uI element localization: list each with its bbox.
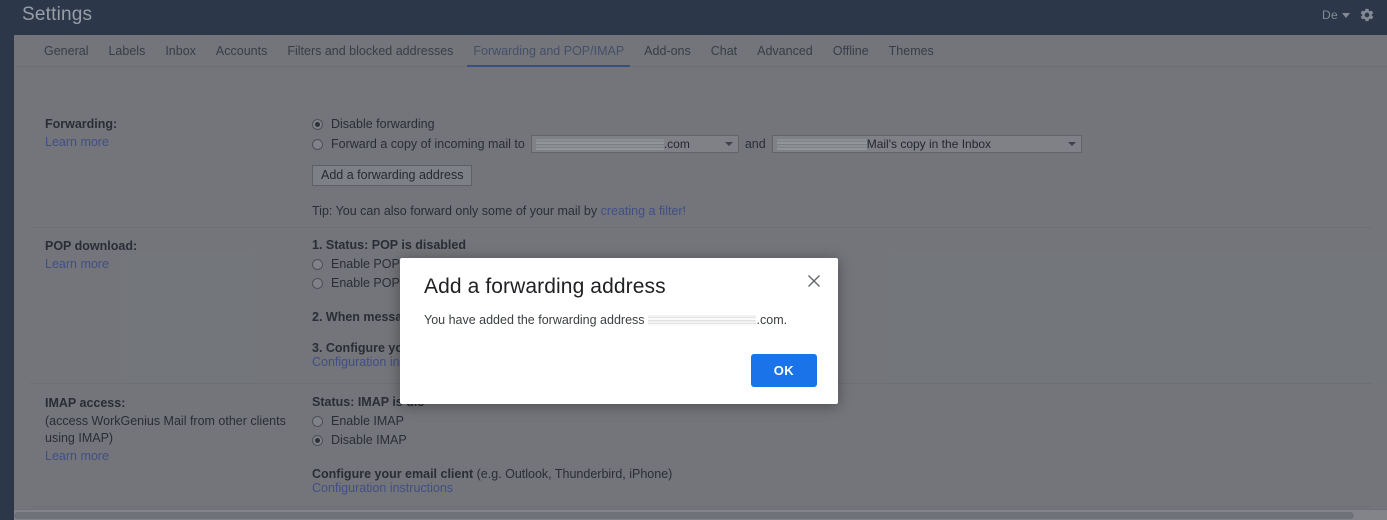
pop-status: 1. Status: POP is disabled (312, 238, 466, 252)
forwarding-label: Forwarding: (45, 117, 118, 131)
radio-disable-forwarding[interactable] (312, 118, 323, 130)
tab-general[interactable]: General (34, 35, 98, 67)
disable-imap-label: Disable IMAP (331, 433, 407, 447)
dialog-title: Add a forwarding address (424, 275, 666, 298)
tab-add-ons[interactable]: Add-ons (634, 35, 701, 67)
tab-offline[interactable]: Offline (823, 35, 879, 67)
creating-a-filter-link[interactable]: creating a filter! (601, 204, 686, 218)
chevron-down-icon[interactable] (1067, 142, 1076, 146)
enable-imap-label: Enable IMAP (331, 414, 404, 428)
dialog-message-suffix: .com. (756, 313, 788, 327)
dialog-message: You have added the forwarding address .c… (424, 313, 787, 327)
forward-copy-label: Forward a copy of incoming mail to (331, 137, 525, 151)
dialog-message-prefix: You have added the forwarding address (424, 313, 645, 327)
imap-options: Status: IMAP is dis Enable IMAP Disable … (312, 395, 672, 495)
tab-labels[interactable]: Labels (98, 35, 155, 67)
redacted-email-address (535, 138, 664, 150)
header-actions: De (1322, 7, 1375, 23)
disable-forwarding-label: Disable forwarding (331, 117, 435, 131)
forwarding-action-suffix: Mail's copy in the Inbox (866, 137, 992, 151)
disable-imap-option[interactable]: Disable IMAP (312, 431, 672, 449)
settings-tabs: General Labels Inbox Accounts Filters an… (14, 35, 1387, 67)
ok-button[interactable]: OK (750, 354, 817, 387)
forwarding-section-label: Forwarding: Learn more (45, 116, 300, 151)
tab-advanced[interactable]: Advanced (747, 35, 823, 67)
add-forwarding-address-dialog: Add a forwarding address You have added … (400, 258, 838, 404)
pop-section-label: POP download: Learn more (45, 238, 300, 273)
imap-learn-more-link[interactable]: Learn more (45, 448, 300, 466)
and-text: and (744, 137, 766, 151)
pop-label: POP download: (45, 239, 138, 253)
imap-configure-bold: Configure your email client (312, 467, 474, 481)
imap-configuration-instructions-link[interactable]: Configuration instructions (312, 481, 672, 495)
divider (30, 227, 1371, 228)
page-title: Settings (22, 4, 93, 25)
chevron-down-icon[interactable] (724, 142, 733, 146)
add-forwarding-address-button[interactable]: Add a forwarding address (312, 165, 473, 186)
tab-themes[interactable]: Themes (879, 35, 944, 67)
radio-enable-pop-new[interactable] (312, 277, 323, 289)
tab-accounts[interactable]: Accounts (206, 35, 277, 67)
forwarding-address-suffix: .com (663, 137, 690, 151)
imap-sub-label: (access WorkGenius Mail from other clien… (45, 413, 286, 446)
disable-forwarding-option[interactable]: Disable forwarding (312, 115, 1082, 133)
imap-section-label: IMAP access: (access WorkGenius Mail fro… (45, 395, 300, 465)
tab-inbox[interactable]: Inbox (155, 35, 206, 67)
forwarding-options: Disable forwarding Forward a copy of inc… (312, 115, 1082, 218)
forwarding-learn-more-link[interactable]: Learn more (45, 134, 300, 152)
horizontal-scrollbar-thumb[interactable] (14, 512, 1354, 519)
language-selector-label[interactable]: De (1322, 8, 1338, 22)
tab-filters[interactable]: Filters and blocked addresses (277, 35, 463, 67)
tab-chat[interactable]: Chat (701, 35, 747, 67)
imap-configure-rest: (e.g. Outlook, Thunderbird, iPhone) (473, 467, 673, 481)
horizontal-scrollbar[interactable] (14, 509, 1387, 520)
radio-enable-imap[interactable] (312, 415, 323, 427)
radio-enable-pop-all[interactable] (312, 258, 323, 270)
app-header: Settings De (0, 0, 1387, 35)
forwarding-tip-text: Tip: You can also forward only some of y… (312, 204, 601, 218)
forwarding-address-select[interactable]: .com (530, 135, 739, 153)
enable-imap-option[interactable]: Enable IMAP (312, 412, 672, 430)
forward-copy-option[interactable]: Forward a copy of incoming mail to .com … (312, 135, 1082, 153)
redacted-mail-name (776, 138, 867, 150)
gear-icon[interactable] (1359, 7, 1375, 23)
imap-configure-client: Configure your email client (e.g. Outloo… (312, 467, 672, 481)
redacted-email-address (647, 314, 756, 326)
forwarding-action-select[interactable]: Mail's copy in the Inbox (771, 135, 1082, 153)
pop-learn-more-link[interactable]: Learn more (45, 256, 300, 274)
imap-label: IMAP access: (45, 396, 126, 410)
chevron-down-icon[interactable] (1342, 12, 1350, 18)
radio-forward-copy[interactable] (312, 138, 323, 150)
tab-forwarding-pop-imap[interactable]: Forwarding and POP/IMAP (463, 35, 634, 67)
close-icon[interactable] (804, 271, 824, 291)
divider (30, 506, 1371, 507)
forwarding-tip: Tip: You can also forward only some of y… (312, 204, 1082, 218)
radio-disable-imap[interactable] (312, 434, 323, 446)
